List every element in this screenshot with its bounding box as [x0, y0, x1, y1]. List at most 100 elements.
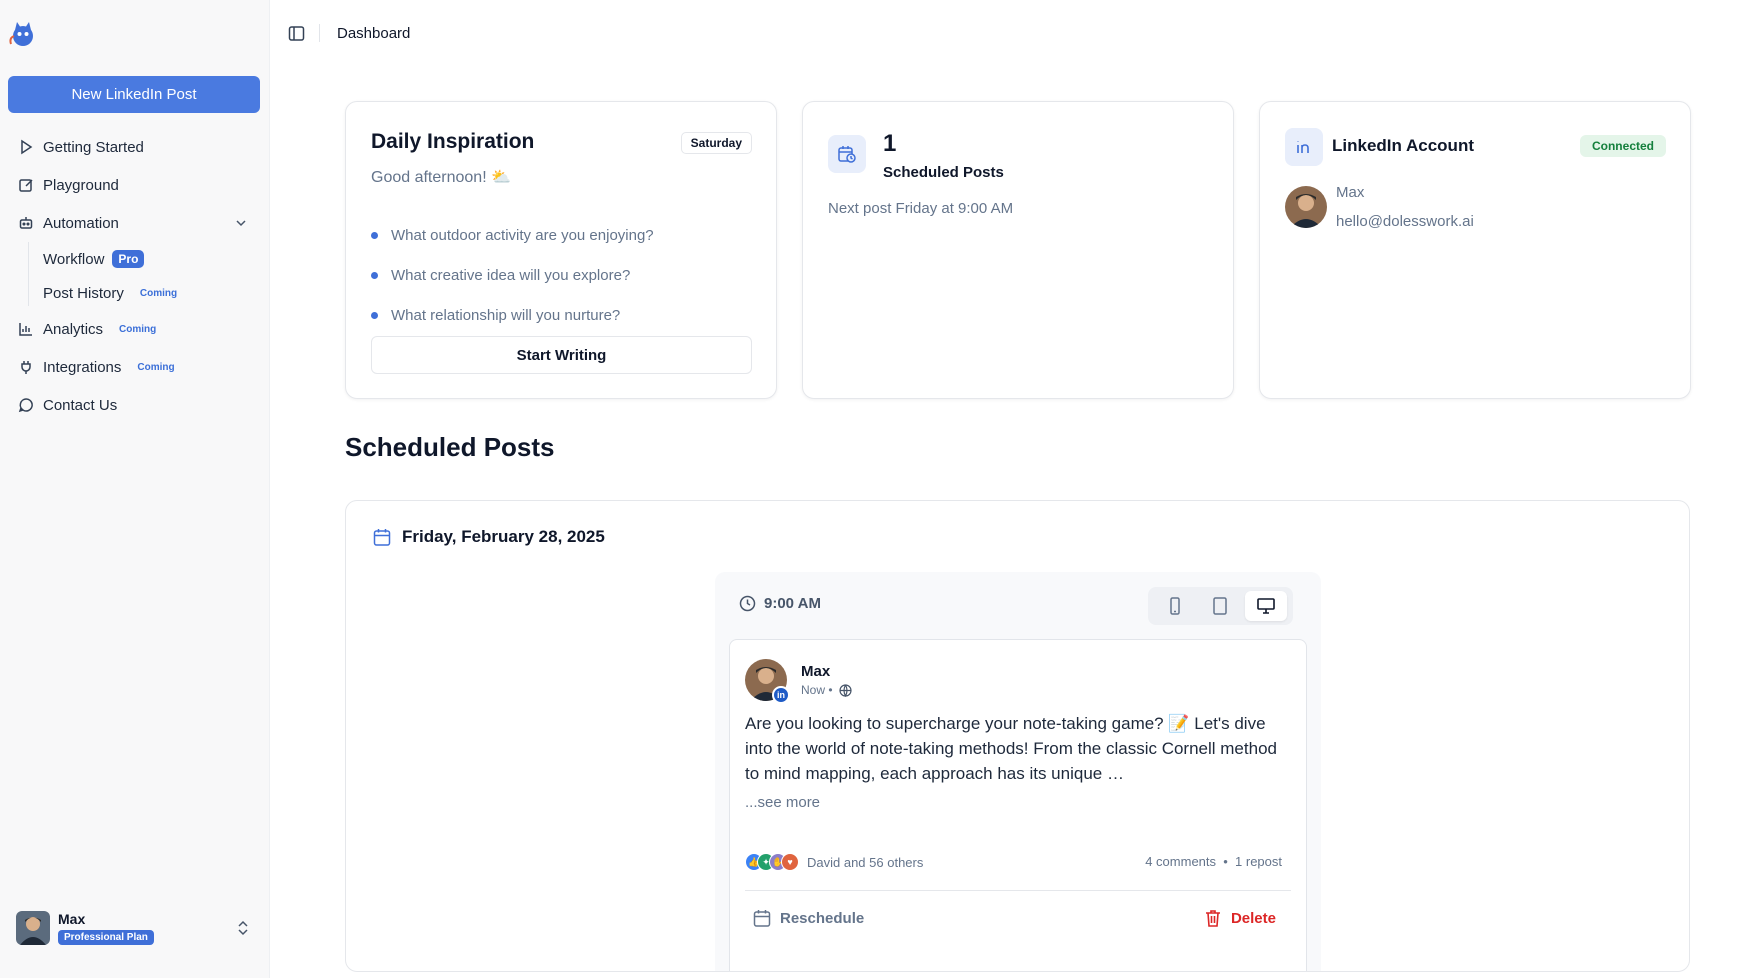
- section-title: Scheduled Posts: [345, 432, 555, 462]
- delete-label: Delete: [1230, 909, 1276, 927]
- breadcrumb: Dashboard: [337, 25, 411, 42]
- cat-logo-icon[interactable]: [8, 18, 38, 48]
- pro-badge: Pro: [112, 250, 145, 268]
- bullet-icon: [371, 311, 378, 319]
- sidebar-item-label: Analytics: [43, 320, 104, 338]
- bar-chart-icon: [18, 321, 34, 337]
- sidebar-item-getting-started[interactable]: Getting Started: [0, 128, 270, 166]
- prompt-text: What creative idea will you explore?: [391, 266, 631, 284]
- linkedin-post-card: in Max Now • Are you looking to supercha…: [729, 639, 1307, 971]
- edit-icon: [18, 177, 34, 193]
- post-author: Max: [801, 663, 831, 680]
- avatar: in: [745, 659, 790, 704]
- reschedule-button[interactable]: Reschedule: [752, 908, 864, 928]
- mobile-view-icon[interactable]: [1154, 591, 1196, 621]
- coming-badge: Coming: [137, 361, 175, 373]
- calendar-icon: [372, 527, 392, 547]
- delete-button[interactable]: Delete: [1203, 908, 1276, 928]
- sidebar-item-label: Post History: [43, 284, 124, 302]
- user-menu[interactable]: Max Professional Plan: [16, 906, 256, 950]
- time-text: 9:00 AM: [764, 595, 821, 612]
- user-name: Max: [58, 911, 86, 927]
- reschedule-label: Reschedule: [780, 909, 865, 927]
- sidebar-item-label: Playground: [43, 176, 119, 194]
- scheduled-label: Scheduled Posts: [883, 164, 1004, 181]
- sidebar-item-label: Workflow: [43, 250, 105, 268]
- prompt-text: What outdoor activity are you enjoying?: [391, 226, 654, 244]
- account-name: Max: [1336, 184, 1365, 201]
- sidebar-item-analytics[interactable]: Analytics Coming: [0, 310, 270, 348]
- reactions-text: David and 56 others: [807, 854, 924, 870]
- play-icon: [18, 139, 34, 155]
- card-title: LinkedIn Account: [1332, 136, 1474, 155]
- prompt-list: What outdoor activity are you enjoying? …: [371, 215, 654, 335]
- reactions[interactable]: 👍 ✦ ✋ ♥ David and 56 others: [745, 853, 923, 871]
- date-header: Friday, February 28, 2025: [372, 527, 605, 547]
- linkedin-badge-icon: in: [772, 686, 790, 704]
- list-item[interactable]: What outdoor activity are you enjoying?: [371, 215, 654, 255]
- topbar: Dashboard: [270, 0, 1760, 66]
- sidebar-item-post-history[interactable]: Post History Coming: [0, 276, 270, 310]
- chat-icon: [18, 397, 34, 413]
- sidebar-item-playground[interactable]: Playground: [0, 166, 270, 204]
- sidebar-toggle-icon[interactable]: [288, 25, 305, 42]
- plug-icon: [18, 359, 34, 375]
- trash-icon: [1203, 908, 1223, 928]
- card-title: Daily Inspiration: [371, 130, 535, 153]
- post-preview: 9:00 AM in Max Now • Are you looking to …: [715, 572, 1321, 971]
- device-switcher: [1148, 587, 1293, 625]
- start-writing-button[interactable]: Start Writing: [371, 336, 752, 374]
- linkedin-icon: [1285, 128, 1323, 166]
- coming-badge: Coming: [139, 287, 178, 299]
- coming-badge: Coming: [119, 323, 157, 335]
- scheduled-posts-card: 1 Scheduled Posts Next post Friday at 9:…: [802, 101, 1234, 399]
- chevrons-up-down-icon[interactable]: [236, 920, 250, 936]
- daily-inspiration-card: Daily Inspiration Saturday Good afternoo…: [345, 101, 777, 399]
- sidebar-item-label: Automation: [43, 214, 119, 232]
- greeting: Good afternoon! ⛅: [371, 169, 512, 186]
- sidebar: New LinkedIn Post Getting Started Playgr…: [0, 0, 270, 978]
- clock-icon: [739, 595, 756, 612]
- list-item[interactable]: What creative idea will you explore?: [371, 255, 654, 295]
- chevron-down-icon[interactable]: [234, 216, 248, 230]
- scheduled-count: 1: [883, 130, 897, 157]
- post-stats: 4 comments • 1 repost: [1145, 854, 1282, 869]
- divider: [745, 890, 1291, 891]
- tablet-view-icon[interactable]: [1199, 591, 1241, 621]
- post-body: Are you looking to supercharge your note…: [745, 714, 1277, 783]
- sidebar-item-label: Getting Started: [43, 138, 144, 156]
- automation-submenu: Workflow Pro Post History Coming: [0, 242, 270, 310]
- bullet-icon: [371, 231, 378, 239]
- account-email: hello@dolesswork.ai: [1336, 213, 1474, 230]
- desktop-view-icon[interactable]: [1245, 591, 1288, 621]
- love-reaction-icon: ♥: [781, 853, 799, 871]
- status-badge: Connected: [1579, 135, 1666, 157]
- calendar-icon: [752, 908, 772, 928]
- sidebar-nav: Getting Started Playground Automation Wo…: [0, 128, 270, 424]
- list-item[interactable]: What relationship will you nurture?: [371, 295, 654, 335]
- avatar: [1285, 186, 1327, 228]
- bot-icon: [18, 215, 34, 231]
- scheduled-posts-list: Friday, February 28, 2025 9:00 AM in Max…: [345, 500, 1690, 972]
- sidebar-item-integrations[interactable]: Integrations Coming: [0, 348, 270, 386]
- post-meta: Now •: [801, 683, 852, 697]
- linkedin-account-card: LinkedIn Account Connected Max hello@dol…: [1259, 101, 1691, 399]
- sidebar-item-workflow[interactable]: Workflow Pro: [0, 242, 270, 276]
- sidebar-item-automation[interactable]: Automation: [0, 204, 270, 242]
- plan-badge: Professional Plan: [58, 930, 154, 945]
- new-linkedin-post-button[interactable]: New LinkedIn Post: [8, 76, 260, 113]
- bullet-icon: [371, 271, 378, 279]
- avatar: [16, 911, 50, 945]
- day-badge: Saturday: [680, 132, 752, 154]
- sidebar-item-label: Contact Us: [43, 396, 118, 414]
- sidebar-item-contact-us[interactable]: Contact Us: [0, 386, 270, 424]
- time-label: 9:00 AM: [739, 595, 821, 612]
- sidebar-item-label: Integrations: [43, 358, 122, 376]
- see-more-link[interactable]: ...see more: [745, 794, 820, 811]
- globe-icon: [838, 683, 852, 697]
- post-time: Now •: [801, 683, 833, 697]
- date-label: Friday, February 28, 2025: [402, 527, 605, 546]
- calendar-clock-icon: [828, 135, 866, 173]
- divider: [319, 24, 320, 42]
- next-post-text: Next post Friday at 9:00 AM: [828, 200, 1014, 217]
